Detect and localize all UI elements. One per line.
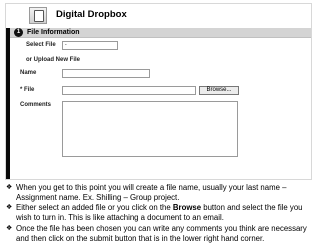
note-text: When you get to this point you will crea… [16,183,287,202]
note-item: ❖ When you get to this point you will cr… [6,183,314,202]
section-title: File Information [27,29,80,36]
file-path-input[interactable] [62,86,196,95]
comments-label: Comments [20,102,52,108]
diamond-bullet-icon: ❖ [6,204,13,212]
note-item: ❖ Either select an added file or you cli… [6,203,314,222]
select-file-dropdown[interactable]: - [62,41,118,50]
comments-textarea[interactable] [62,101,238,157]
app-title: Digital Dropbox [56,9,127,20]
dropbox-screenshot: Digital Dropbox 1 File Information Selec… [5,3,312,180]
app-header: Digital Dropbox [6,4,311,28]
note-text: Once the file has been chosen you can wr… [16,223,307,243]
note-text: Either select an added file or you click… [16,203,303,223]
section-header: 1 File Information [10,28,311,38]
select-file-label: Select File [26,42,56,48]
browse-emphasis: Browse [172,203,202,213]
diamond-bullet-icon: ❖ [6,224,13,232]
name-input[interactable] [62,69,150,78]
dropbox-icon [29,7,47,24]
upload-new-file-label: or Upload New File [26,57,81,63]
select-file-value: - [65,42,67,48]
step-badge: 1 [14,28,23,37]
diamond-bullet-icon: ❖ [6,184,13,191]
left-edge-bar [6,28,10,179]
name-label: Name [20,70,37,76]
instruction-notes: ❖ When you get to this point you will cr… [6,183,314,244]
file-label: * File [20,87,35,93]
browse-button[interactable]: Browse... [199,86,239,95]
note-item: ❖ Once the file has been chosen you can … [6,224,314,243]
